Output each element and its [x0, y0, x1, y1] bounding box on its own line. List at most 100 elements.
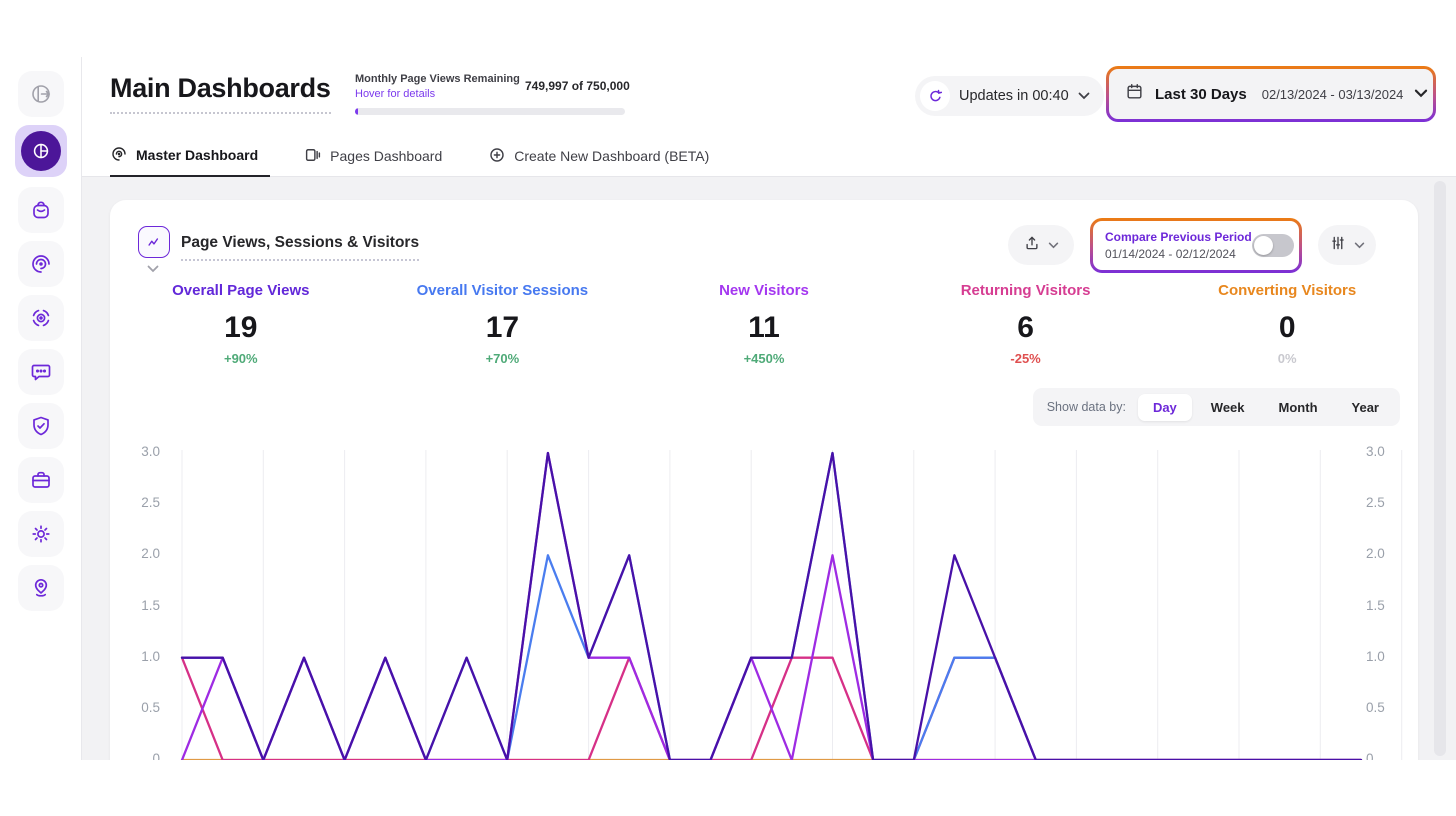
export-dropdown[interactable] — [1008, 225, 1074, 265]
widget-title: Page Views, Sessions & Visitors — [181, 234, 419, 261]
analytics-dashboard-page: Main Dashboards Monthly Page Views Remai… — [0, 0, 1456, 816]
stat-label: Overall Page Views — [110, 282, 372, 299]
monthly-page-views-block: Monthly Page Views Remaining Hover for d… — [355, 73, 715, 100]
compare-label: Compare Previous Period — [1105, 230, 1252, 244]
widget-chart-icon — [138, 226, 170, 258]
updates-label: Updates in 00:40 — [959, 88, 1069, 104]
widget-chevron-down-icon[interactable] — [147, 260, 159, 278]
compare-previous-period-box: Compare Previous Period 01/14/2024 - 02/… — [1090, 218, 1302, 273]
sidebar-item-privacy[interactable] — [18, 403, 64, 449]
tab-master-dashboard[interactable]: Master Dashboard — [110, 135, 270, 177]
stat-new-visitors: New Visitors 11 +450% — [633, 282, 895, 366]
stat-overall-page-views: Overall Page Views 19 +90% — [110, 282, 372, 366]
stat-label: New Visitors — [633, 282, 895, 299]
y-axis-tick: 2.0 — [124, 546, 160, 561]
kpi-stats-row: Overall Page Views 19 +90% Overall Visit… — [110, 282, 1418, 366]
stat-converting-visitors: Converting Visitors 0 0% — [1156, 282, 1418, 366]
stat-overall-visitor-sessions: Overall Visitor Sessions 17 +70% — [372, 282, 634, 366]
header: Main Dashboards Monthly Page Views Remai… — [82, 57, 1456, 177]
show-data-by-control: Show data by: Day Week Month Year — [1033, 388, 1400, 426]
date-preset-label: Last 30 Days — [1155, 86, 1247, 103]
show-data-by-label: Show data by: — [1047, 400, 1126, 414]
gear-icon — [29, 522, 53, 546]
content-area: Page Views, Sessions & Visitors Compare … — [82, 177, 1456, 760]
y-axis-tick: 1.0 — [124, 649, 160, 664]
shield-check-icon — [29, 414, 53, 438]
chevron-down-icon — [1078, 87, 1090, 105]
updates-dropdown[interactable]: Updates in 00:40 — [915, 76, 1104, 116]
stat-change: +70% — [372, 351, 634, 366]
tab-create-new-dashboard[interactable]: Create New Dashboard (BETA) — [488, 135, 721, 177]
stat-change: 0% — [1156, 351, 1418, 366]
sidebar-item-behavior[interactable] — [18, 241, 64, 287]
y-axis-tick: 0 — [124, 751, 160, 760]
tab-label: Create New Dashboard (BETA) — [514, 148, 709, 164]
sidebar-item-visitors[interactable] — [18, 187, 64, 233]
stat-change: +450% — [633, 351, 895, 366]
briefcase-icon — [29, 468, 53, 492]
chevron-down-icon — [1354, 236, 1365, 254]
monthly-page-views-value: 749,997 of 750,000 — [525, 79, 630, 93]
granularity-day[interactable]: Day — [1138, 394, 1192, 421]
chat-bubble-icon — [29, 360, 53, 384]
tab-pages-dashboard[interactable]: Pages Dashboard — [304, 135, 454, 177]
stat-value: 11 — [633, 311, 895, 345]
calendar-icon — [1125, 82, 1144, 106]
sidebar-item-settings[interactable] — [18, 511, 64, 557]
granularity-month[interactable]: Month — [1264, 394, 1333, 421]
export-upload-icon — [1023, 234, 1041, 257]
compare-range: 01/14/2024 - 02/12/2024 — [1105, 247, 1252, 261]
sidebar-item-acquisition[interactable] — [18, 295, 64, 341]
stat-value: 17 — [372, 311, 634, 345]
dashboards-pie-icon — [21, 131, 61, 171]
y-axis-tick: 1.5 — [1366, 598, 1402, 613]
monthly-page-views-progressbar — [355, 108, 625, 115]
plus-circle-icon — [488, 146, 506, 167]
sidebar-item-dashboards[interactable] — [15, 125, 67, 177]
spiral-icon — [29, 252, 53, 276]
progress-fill — [355, 108, 358, 115]
stat-value: 0 — [1156, 311, 1418, 345]
collapse-sidebar-button[interactable] — [18, 71, 64, 117]
page-title: Main Dashboards — [110, 73, 331, 114]
chart-settings-dropdown[interactable] — [1318, 225, 1376, 265]
stat-returning-visitors: Returning Visitors 6 -25% — [895, 282, 1157, 366]
compare-toggle[interactable] — [1252, 234, 1294, 257]
stat-label: Converting Visitors — [1156, 282, 1418, 299]
y-axis-tick: 3.0 — [124, 444, 160, 459]
y-axis-tick: 0 — [1366, 751, 1402, 760]
sidebar-item-locations[interactable] — [18, 565, 64, 611]
y-axis-tick: 3.0 — [1366, 444, 1402, 459]
date-range-label: 02/13/2024 - 03/13/2024 — [1262, 87, 1404, 102]
dashboard-tabs: Master Dashboard Pages Dashboard Create … — [110, 135, 721, 177]
map-pin-icon — [29, 576, 53, 600]
refresh-icon — [920, 81, 950, 111]
granularity-week[interactable]: Week — [1196, 394, 1260, 421]
bag-icon — [29, 198, 53, 222]
y-axis-tick: 2.0 — [1366, 546, 1402, 561]
granularity-year[interactable]: Year — [1337, 394, 1394, 421]
stat-value: 19 — [110, 311, 372, 345]
y-axis-tick: 2.5 — [124, 495, 160, 510]
y-axis-tick: 1.0 — [1366, 649, 1402, 664]
date-range-picker[interactable]: Last 30 Days 02/13/2024 - 03/13/2024 — [1106, 66, 1436, 122]
tab-label: Master Dashboard — [136, 147, 258, 163]
spiral-icon — [110, 145, 128, 166]
y-axis-tick: 0.5 — [124, 700, 160, 715]
stat-label: Returning Visitors — [895, 282, 1157, 299]
collapse-sidebar-icon — [29, 82, 53, 106]
sidebar — [0, 57, 82, 760]
y-axis-tick: 1.5 — [124, 598, 160, 613]
stat-change: +90% — [110, 351, 372, 366]
sidebar-item-communication[interactable] — [18, 349, 64, 395]
stat-label: Overall Visitor Sessions — [372, 282, 634, 299]
vertical-scrollbar[interactable] — [1434, 181, 1446, 756]
compare-text-block: Compare Previous Period 01/14/2024 - 02/… — [1105, 230, 1252, 261]
scan-target-icon — [29, 306, 53, 330]
sliders-icon — [1329, 234, 1347, 257]
chevron-down-icon — [1414, 85, 1428, 103]
tab-label: Pages Dashboard — [330, 148, 442, 164]
chevron-down-icon — [1048, 236, 1059, 254]
toggle-knob — [1254, 236, 1273, 255]
sidebar-item-company[interactable] — [18, 457, 64, 503]
